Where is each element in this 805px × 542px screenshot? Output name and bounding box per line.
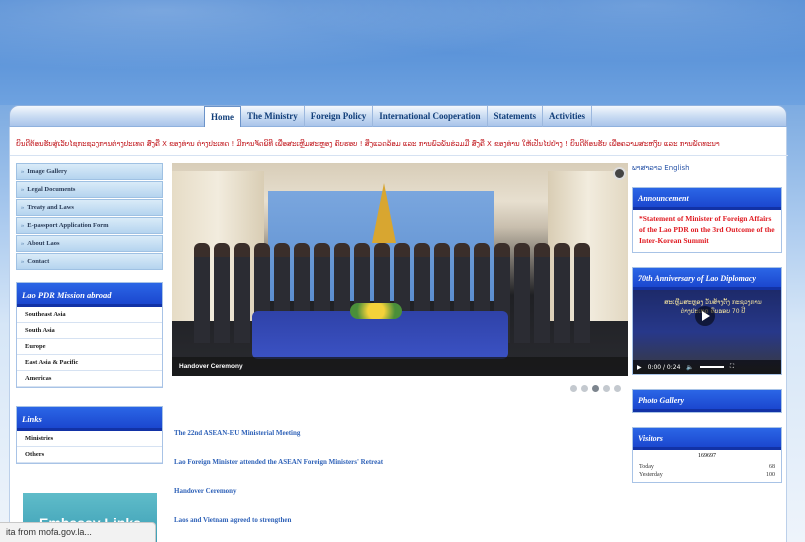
announcement-box: Announcement *Statement of Minister of F… [632, 187, 782, 253]
bullet-icon: » [21, 258, 25, 265]
nav-activities[interactable]: Activities [543, 106, 593, 128]
bullet-icon: » [21, 222, 25, 229]
sidebar-item-contact[interactable]: » Contact [16, 253, 163, 270]
visitors-title: Visitors [633, 428, 781, 450]
right-sidebar: ພາສາລາວ English Announcement *Statement … [632, 163, 782, 491]
news-link[interactable]: Handover Ceremony [174, 485, 614, 514]
announcement-link[interactable]: *Statement of Minister of Foreign Affair… [633, 210, 781, 252]
play-small-icon[interactable]: ▶ [637, 364, 642, 371]
announcement-title: Announcement [633, 188, 781, 210]
sidebar-item-label: Image Gallery [27, 168, 68, 175]
slider-pagination [570, 385, 621, 392]
mission-item-east-asia-pacific[interactable]: East Asia & Pacific [17, 355, 162, 371]
visitors-box: Visitors 169697 Today 68 Yesterday 100 [632, 427, 782, 483]
visitor-row: Yesterday 100 [639, 471, 775, 479]
news-link[interactable]: The 22nd ASEAN-EU Ministerial Meeting [174, 427, 614, 456]
bullet-icon: » [21, 240, 25, 247]
flower-arrangement [350, 303, 402, 319]
mission-abroad-title: Lao PDR Mission abroad [17, 283, 162, 307]
mission-item-southeast-asia[interactable]: Southeast Asia [17, 307, 162, 323]
slider-dot[interactable] [614, 385, 621, 392]
photo-gallery-box: Photo Gallery [632, 389, 782, 413]
top-navigation: Home The Ministry Foreign Policy Interna… [9, 105, 787, 128]
slider-pause-button[interactable] [613, 167, 626, 180]
mission-item-south-asia[interactable]: South Asia [17, 323, 162, 339]
mission-abroad-box: Lao PDR Mission abroad Southeast Asia So… [16, 282, 163, 388]
slide-caption: Handover Ceremony [172, 357, 628, 376]
divider [10, 155, 788, 156]
lang-english-link[interactable]: English [664, 164, 689, 172]
left-sidebar: » Image Gallery » Legal Documents » Treaty … [16, 163, 163, 464]
browser-status-bar: ita from mofa.gov.la... [0, 522, 156, 542]
volume-icon[interactable]: 🔈 [686, 364, 693, 371]
photo-gallery-title[interactable]: Photo Gallery [633, 390, 781, 412]
bullet-icon: » [21, 186, 25, 193]
links-item-ministries[interactable]: Ministries [17, 431, 162, 447]
links-title: Links [17, 407, 162, 431]
links-item-others[interactable]: Others [17, 447, 162, 463]
page-body: ຍິນດີຕ້ອນຮັບສູ່ເວັບໄຊກະຊວງການຕ່າງປະເທດ ສ… [9, 127, 788, 542]
fullscreen-icon[interactable]: ⛶ [730, 363, 734, 371]
sidebar-item-label: About Laos [27, 240, 60, 247]
news-list: The 22nd ASEAN-EU Ministerial Meeting La… [174, 427, 614, 542]
news-ticker[interactable]: ຍິນດີຕ້ອນຮັບສູ່ເວັບໄຊກະຊວງການຕ່າງປະເທດ ສ… [16, 137, 786, 151]
sidebar-item-image-gallery[interactable]: » Image Gallery [16, 163, 163, 180]
slider-dot[interactable] [570, 385, 577, 392]
links-box: Links Ministries Others [16, 406, 163, 464]
news-link[interactable]: Laos and Vietnam agreed to strengthen [174, 514, 614, 542]
visitor-total: 169697 [698, 453, 716, 459]
bullet-icon: » [21, 168, 25, 175]
nav-home[interactable]: Home [203, 106, 241, 128]
sidebar-item-label: E-passport Application Form [27, 222, 109, 229]
sidebar-item-label: Treaty and Laws [27, 204, 74, 211]
image-slider[interactable]: Handover Ceremony [172, 163, 628, 376]
sidebar-item-about-laos[interactable]: » About Laos [16, 235, 163, 252]
video-box: 70th Anniversary of Lao Diplomacy ສະເຫຼີ… [632, 267, 782, 375]
visitor-row-label: Today [639, 464, 654, 470]
slider-dot[interactable] [581, 385, 588, 392]
nav-foreign-policy[interactable]: Foreign Policy [305, 106, 374, 128]
slider-dot[interactable] [603, 385, 610, 392]
mission-item-europe[interactable]: Europe [17, 339, 162, 355]
sidebar-item-label: Legal Documents [27, 186, 76, 193]
slider-dot-active[interactable] [592, 385, 599, 392]
nav-statements[interactable]: Statements [488, 106, 544, 128]
sidebar-item-treaty-and-laws[interactable]: » Treaty and Laws [16, 199, 163, 216]
visitor-row-label: Yesterday [639, 472, 663, 478]
video-player[interactable]: ສະເຫຼີມສະຫຼອງ ວັນສ້າງຕັ້ງ ກະຊວງການຕ່າງປະ… [633, 290, 781, 374]
sidebar-item-legal-documents[interactable]: » Legal Documents [16, 181, 163, 198]
nav-international-cooperation[interactable]: International Cooperation [373, 106, 488, 128]
sidebar-item-label: Contact [27, 258, 50, 265]
video-controls: ▶ 0:00 / 0:24 🔈 ⛶ [633, 360, 781, 374]
header-banner [0, 0, 805, 105]
slide-photo [172, 163, 628, 376]
lang-lao-link[interactable]: ພາສາລາວ [632, 164, 662, 172]
video-title: 70th Anniversary of Lao Diplomacy [633, 268, 781, 290]
visitor-row: Today 68 [639, 463, 775, 471]
bullet-icon: » [21, 204, 25, 211]
visitor-counter: 169697 Today 68 Yesterday 100 [633, 450, 781, 482]
volume-slider[interactable] [699, 366, 724, 368]
video-time: 0:00 / 0:24 [647, 363, 681, 371]
visitor-row-value: 68 [769, 464, 775, 470]
news-link[interactable]: Lao Foreign Minister attended the ASEAN … [174, 456, 614, 485]
play-icon[interactable] [695, 306, 715, 326]
visitor-row-value: 100 [766, 472, 775, 478]
nav-the-ministry[interactable]: The Ministry [241, 106, 305, 128]
mission-item-americas[interactable]: Americas [17, 371, 162, 387]
sidebar-item-epassport[interactable]: » E-passport Application Form [16, 217, 163, 234]
language-switcher: ພາສາລາວ English [632, 163, 782, 183]
